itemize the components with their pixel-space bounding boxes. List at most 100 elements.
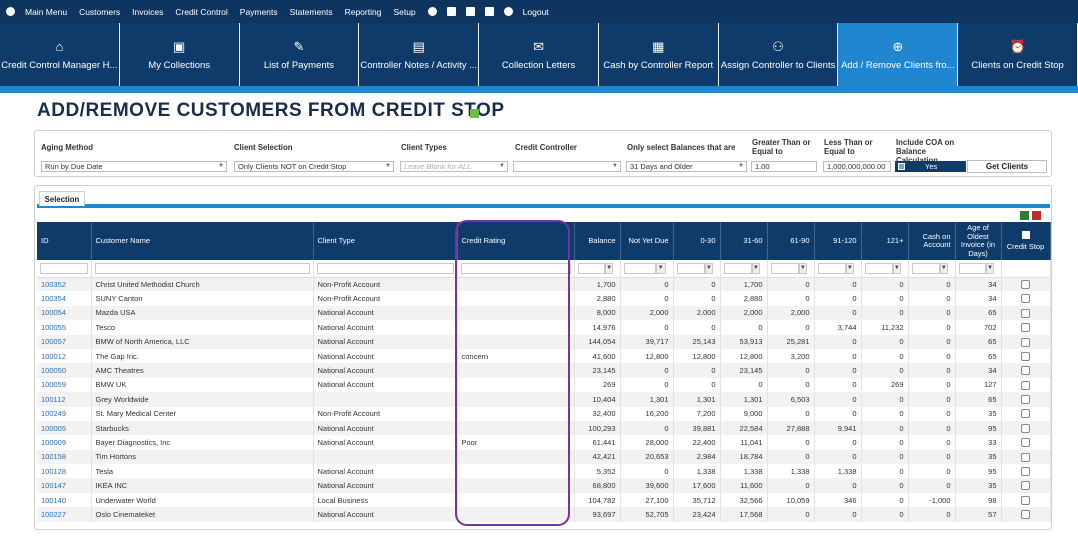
credit-stop-checkbox[interactable]: [1021, 481, 1030, 491]
table-row[interactable]: 100012 The Gap Inc. National Account concer…: [37, 348, 1051, 364]
calendar-icon[interactable]: [484, 7, 494, 16]
col-id[interactable]: ID: [37, 222, 92, 260]
121-plus-filter-input[interactable]: [864, 262, 893, 274]
user-icon[interactable]: [6, 7, 15, 16]
credit-stop-checkbox[interactable]: [1021, 294, 1030, 304]
tile-alarm[interactable]: ⏰ Clients on Credit Stop: [958, 23, 1078, 86]
customer-id-link[interactable]: 100249: [37, 406, 92, 421]
customer-id-link[interactable]: 100009: [37, 435, 92, 450]
menu-logout[interactable]: Logout: [523, 7, 549, 17]
credit-stop-checkbox[interactable]: [1021, 510, 1030, 520]
customer-name-filter-input[interactable]: [94, 262, 310, 274]
filter-icon[interactable]: ▼: [798, 262, 808, 274]
filter-icon[interactable]: ▼: [845, 262, 855, 274]
table-row[interactable]: 100057 BMW of North America, LLC National …: [37, 334, 1051, 349]
col-client-type[interactable]: Client Type: [313, 222, 458, 260]
col-91-120[interactable]: 91-120: [814, 222, 862, 260]
credit-stop-checkbox[interactable]: [1021, 280, 1030, 290]
menu-setup[interactable]: Setup: [393, 7, 415, 17]
client-types-select[interactable]: Leave Blank for ALL ▼: [400, 161, 508, 172]
table-row[interactable]: 100050 AMC Theatres National Account 23,145…: [37, 363, 1051, 378]
tab-selection[interactable]: Selection: [39, 191, 85, 206]
id-filter-input[interactable]: [40, 262, 88, 274]
filter-icon[interactable]: ▼: [655, 262, 666, 274]
customer-id-link[interactable]: 100140: [37, 492, 92, 508]
table-row[interactable]: 100249 St. Mary Medical Center Non-Profit …: [37, 406, 1051, 421]
credit-stop-checkbox[interactable]: [1021, 337, 1030, 347]
credit-stop-checkbox[interactable]: [1021, 452, 1030, 462]
credit-stop-checkbox[interactable]: [1021, 308, 1030, 318]
table-row[interactable]: 100140 Underwater World Local Business 104,…: [37, 492, 1051, 508]
col-credit-stop[interactable]: Credit Stop: [1001, 222, 1051, 260]
credit-stop-checkbox[interactable]: [1021, 366, 1030, 376]
aging-method-select[interactable]: Run by Due Date ▼: [41, 161, 227, 172]
table-row[interactable]: 100059 BMW UK National Account 269 0 0 0 0 0 269 0…: [37, 377, 1051, 393]
col-credit-rating[interactable]: Credit Rating: [457, 222, 575, 260]
31-60-filter-input[interactable]: [723, 262, 752, 274]
customer-id-link[interactable]: 100055: [37, 320, 92, 335]
tile-notes[interactable]: ▤ Controller Notes / Activity ...: [359, 23, 480, 86]
col-61-90[interactable]: 61-90: [767, 222, 815, 260]
col-not-yet-due[interactable]: Not Yet Due: [620, 222, 674, 260]
filter-icon[interactable]: ▼: [985, 262, 995, 274]
table-row[interactable]: 100055 Tesco National Account 14,976 0 0 0 0 3,7…: [37, 320, 1051, 335]
customer-id-link[interactable]: 100352: [37, 277, 92, 292]
tile-edit[interactable]: ✎ List of Payments: [240, 23, 360, 86]
filter-icon[interactable]: ▼: [751, 262, 761, 274]
tile-add-remove[interactable]: ⊕ Add / Remove Clients fro...: [838, 23, 959, 86]
menu-invoices[interactable]: Invoices: [132, 7, 163, 17]
customer-id-link[interactable]: 100057: [37, 334, 92, 349]
balance-filter-input[interactable]: [577, 262, 605, 274]
customer-id-link[interactable]: 100158: [37, 449, 92, 465]
client-type-filter-input[interactable]: [316, 262, 454, 274]
col-121-plus[interactable]: 121+: [861, 222, 909, 260]
customer-id-link[interactable]: 100128: [37, 464, 92, 479]
credit-stop-checkbox[interactable]: [1021, 467, 1030, 477]
less-than-input[interactable]: 1,000,000,000.00: [823, 161, 891, 172]
include-coa-toggle[interactable]: Yes: [895, 161, 966, 172]
table-row[interactable]: 100005 Starbucks National Account 100,293 0 3…: [37, 420, 1051, 436]
client-selection-select[interactable]: Only Clients NOT on Credit Stop ▼: [234, 161, 394, 172]
col-cash-on-account[interactable]: Cash on Account: [908, 222, 956, 260]
pdf-export-icon[interactable]: [1032, 211, 1041, 220]
filter-icon[interactable]: ▼: [704, 262, 714, 274]
menu-credit-control[interactable]: Credit Control: [175, 7, 227, 17]
table-row[interactable]: 100112 Grey Worldwide 10,404 1,301 1,301 1,30…: [37, 392, 1051, 407]
61-90-filter-input[interactable]: [770, 262, 799, 274]
customer-id-link[interactable]: 100005: [37, 420, 92, 436]
settings-icon[interactable]: [427, 7, 437, 16]
tile-collections[interactable]: ▣ My Collections: [120, 23, 240, 86]
tile-report[interactable]: ▦ Cash by Controller Report: [599, 23, 719, 86]
tile-assign[interactable]: ⚇ Assign Controller to Clients: [719, 23, 839, 86]
balances-select[interactable]: 31 Days and Older ▼: [626, 161, 747, 172]
customer-id-link[interactable]: 100147: [37, 478, 92, 493]
filter-icon[interactable]: ▼: [604, 262, 614, 274]
credit-stop-checkbox[interactable]: [1021, 323, 1030, 333]
customer-id-link[interactable]: 100054: [37, 305, 92, 321]
credit-stop-checkbox[interactable]: [1021, 351, 1030, 361]
excel-export-icon[interactable]: [1020, 211, 1029, 220]
col-0-30[interactable]: 0-30: [673, 222, 721, 260]
credit-stop-checkbox[interactable]: [1021, 380, 1030, 390]
table-row[interactable]: 100128 Tesla National Account 5,352 0 1,338 1,…: [37, 464, 1051, 479]
credit-stop-checkbox[interactable]: [1021, 409, 1030, 419]
col-age-oldest-invoice[interactable]: Age of Oldest Invoice (in Days): [955, 222, 1002, 260]
menu-payments[interactable]: Payments: [240, 7, 278, 17]
customer-id-link[interactable]: 100050: [37, 363, 92, 378]
credit-stop-checkbox[interactable]: [1021, 438, 1030, 448]
table-row[interactable]: 100227 Oslo Cinemateket National Account 93…: [37, 507, 1051, 522]
chat-icon[interactable]: [465, 7, 475, 16]
filter-icon[interactable]: ▼: [892, 262, 902, 274]
menu-statements[interactable]: Statements: [290, 7, 333, 17]
credit-stop-checkbox[interactable]: [1021, 395, 1030, 405]
col-balance[interactable]: Balance: [574, 222, 621, 260]
0-30-filter-input[interactable]: [676, 262, 705, 274]
customer-id-link[interactable]: 100012: [37, 348, 92, 364]
customer-id-link[interactable]: 100059: [37, 377, 92, 393]
tile-home[interactable]: ⌂ Credit Control Manager H...: [0, 23, 120, 86]
customer-id-link[interactable]: 100227: [37, 507, 92, 522]
help-icon[interactable]: [470, 109, 479, 118]
table-row[interactable]: 100354 SUNY Canton Non-Profit Account 2,880…: [37, 291, 1051, 306]
select-all-checkbox[interactable]: [1021, 230, 1030, 239]
not-yet-due-filter-input[interactable]: [623, 262, 656, 274]
